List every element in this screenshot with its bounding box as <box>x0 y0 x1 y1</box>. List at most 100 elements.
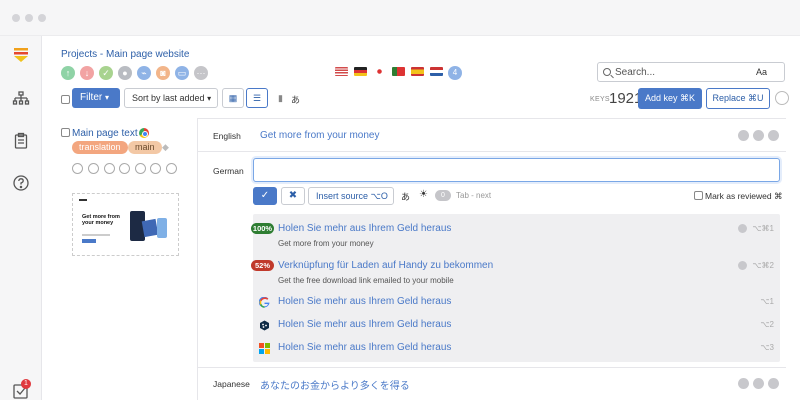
camera-icon[interactable]: ◙ <box>156 66 170 80</box>
comments-icon[interactable] <box>753 378 764 389</box>
window-titlebar <box>0 0 800 36</box>
language-label-japanese: Japanese <box>213 379 250 389</box>
flag-de-icon[interactable] <box>354 67 367 76</box>
chart-icon[interactable]: ⌁ <box>137 66 151 80</box>
key-name[interactable]: Main page text <box>72 128 138 139</box>
suggestion-source: Get the free download link emailed to yo… <box>278 276 454 285</box>
microsoft-icon <box>259 343 270 354</box>
screenshot-logo <box>79 199 87 201</box>
more-languages-badge[interactable]: 4 <box>448 66 462 80</box>
suggestion-shortcut: ⌥⌘2 <box>752 261 774 270</box>
translation-editor[interactable] <box>253 158 780 182</box>
key-screenshot[interactable]: Get more from your money <box>72 193 179 256</box>
insert-source-button[interactable]: Insert source ⌥O <box>308 187 394 205</box>
key-action-icon[interactable] <box>119 163 130 174</box>
screen-icon[interactable]: ▭ <box>175 66 189 80</box>
clipboard-icon[interactable] <box>12 132 30 150</box>
grid-icon: ▦ <box>228 93 238 103</box>
filter-button[interactable]: Filter ▾ <box>72 88 120 108</box>
tag-translation[interactable]: translation <box>72 141 128 154</box>
list-icon: ☰ <box>252 93 262 103</box>
sort-label: Sort by last added <box>132 93 205 103</box>
check-icon[interactable]: ✓ <box>99 66 113 80</box>
camera-icon[interactable] <box>104 163 115 174</box>
user-icon[interactable]: ● <box>118 66 132 80</box>
screenshot-button <box>82 239 96 243</box>
search-input[interactable]: Search... Aa <box>597 62 785 82</box>
breadcrumb[interactable]: Projects - Main page website <box>61 49 189 60</box>
suggestion-source: Get more from your money <box>278 239 374 248</box>
upload-icon[interactable]: ↑ <box>61 66 75 80</box>
bookmark-icon[interactable]: ▮ <box>278 93 283 104</box>
more-icon[interactable] <box>768 378 779 389</box>
suggestion-shortcut: ⌥3 <box>760 343 774 352</box>
download-icon[interactable]: ↓ <box>80 66 94 80</box>
google-icon <box>258 296 270 308</box>
divider <box>197 367 786 368</box>
suggestion-text[interactable]: Holen Sie mehr aus Ihrem Geld heraus <box>278 342 451 353</box>
case-sensitive-toggle[interactable]: Aa <box>756 67 767 77</box>
suggestions-panel <box>253 214 780 362</box>
flag-us-icon[interactable] <box>335 67 348 76</box>
japanese-text[interactable]: あなたのお金からより多くを得る <box>260 377 410 392</box>
sort-dropdown[interactable]: Sort by last added ▾ <box>124 88 218 108</box>
screenshot-phone <box>157 218 167 238</box>
minimize-window-control[interactable] <box>25 14 33 22</box>
key-action-icon[interactable] <box>72 163 83 174</box>
match-badge: 100% <box>251 223 274 234</box>
close-window-control[interactable] <box>12 14 20 22</box>
left-rail: 1 <box>0 36 42 400</box>
key-action-icon[interactable] <box>88 163 99 174</box>
more-icon[interactable]: ··· <box>194 66 208 80</box>
check-icon: ✓ <box>260 190 270 201</box>
flag-nl-icon[interactable] <box>430 67 443 76</box>
chevron-down-icon: ▾ <box>207 94 212 103</box>
suggestion-text[interactable]: Holen Sie mehr aus Ihrem Geld heraus <box>278 223 451 234</box>
select-all-checkbox[interactable] <box>61 95 70 104</box>
help-icon[interactable] <box>12 174 30 192</box>
more-icon[interactable] <box>768 130 779 141</box>
language-label-english: English <box>213 131 241 141</box>
mark-reviewed-checkbox[interactable] <box>694 191 703 200</box>
tag-icon[interactable]: ◆ <box>162 142 169 153</box>
confirm-button[interactable]: ✓ <box>253 187 277 205</box>
mark-reviewed-label: Mark as reviewed ⌘ <box>705 191 783 201</box>
key-action-icon[interactable] <box>135 163 146 174</box>
history-icon[interactable] <box>738 378 749 389</box>
info-icon[interactable] <box>738 261 747 270</box>
flag-pt-icon[interactable] <box>392 67 405 76</box>
filter-label: Filter <box>80 92 103 103</box>
translate-icon[interactable]: あ <box>401 190 410 203</box>
autotranslate-toggle[interactable]: 0 <box>435 190 451 201</box>
divider <box>197 118 786 119</box>
suggestion-text[interactable]: Holen Sie mehr aus Ihrem Geld heraus <box>278 319 451 330</box>
sun-icon[interactable]: ☀ <box>419 189 428 200</box>
sitemap-icon[interactable] <box>12 90 30 108</box>
grid-view-button[interactable]: ▦ <box>222 88 244 108</box>
suggestion-text[interactable]: Holen Sie mehr aus Ihrem Geld heraus <box>278 296 451 307</box>
replace-button[interactable]: Replace ⌘U <box>706 88 770 109</box>
translate-icon[interactable]: あ <box>291 93 300 106</box>
flag-es-icon[interactable] <box>411 67 424 76</box>
comments-icon[interactable] <box>753 130 764 141</box>
source-text[interactable]: Get more from your money <box>260 130 379 141</box>
logo-icon[interactable] <box>12 46 30 64</box>
key-checkbox[interactable] <box>61 128 70 137</box>
divider <box>197 151 786 152</box>
maximize-window-control[interactable] <box>38 14 46 22</box>
history-icon[interactable] <box>738 130 749 141</box>
flag-jp-icon[interactable] <box>373 67 386 76</box>
suggestion-shortcut: ⌥2 <box>760 320 774 329</box>
info-icon[interactable] <box>738 224 747 233</box>
screenshot-heading: Get more from your money <box>82 214 120 226</box>
settings-icon[interactable] <box>775 91 789 105</box>
list-view-button[interactable]: ☰ <box>246 88 268 108</box>
add-key-button[interactable]: Add key ⌘K <box>638 88 702 109</box>
suggestion-text[interactable]: Verknüpfung für Laden auf Handy zu bekom… <box>278 260 493 271</box>
tag-main[interactable]: main <box>128 141 162 154</box>
suggestion-shortcut: ⌥1 <box>760 297 774 306</box>
cancel-button[interactable]: ✖ <box>281 187 305 205</box>
key-action-icon[interactable] <box>150 163 161 174</box>
delete-icon[interactable] <box>166 163 177 174</box>
keys-label: KEYS <box>590 96 610 103</box>
